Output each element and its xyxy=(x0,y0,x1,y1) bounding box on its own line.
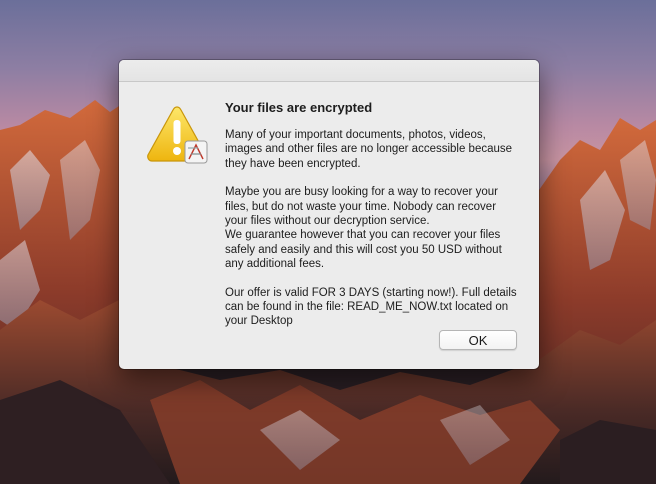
warning-icon xyxy=(147,106,208,164)
dialog-title: Your files are encrypted xyxy=(225,100,373,115)
dialog-content: Your files are encrypted Many of your im… xyxy=(225,100,521,329)
dialog-paragraph-2: Maybe you are busy looking for a way to … xyxy=(225,186,498,228)
ok-button[interactable]: OK xyxy=(439,330,517,350)
dialog-paragraph-4: Our offer is valid FOR 3 DAYS (starting … xyxy=(225,286,517,328)
dialog-paragraph-1: Many of your important documents, photos… xyxy=(225,129,513,170)
dialog-titlebar xyxy=(119,60,539,82)
dialog-paragraph-3: We guarantee however that you can recove… xyxy=(225,229,502,271)
ransom-alert-dialog: Your files are encrypted Many of your im… xyxy=(119,60,539,369)
